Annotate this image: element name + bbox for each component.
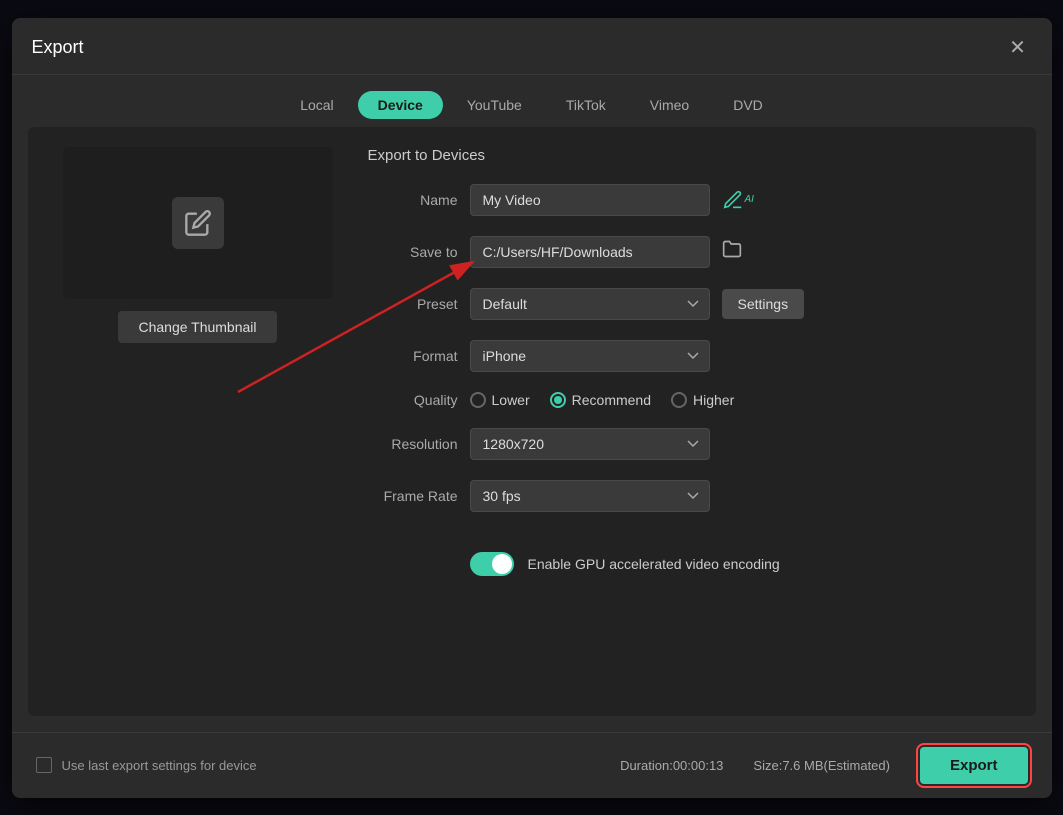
- last-settings-label: Use last export settings for device: [62, 758, 257, 773]
- toggle-knob: [492, 554, 512, 574]
- thumbnail-icon: [172, 197, 224, 249]
- quality-higher-label: Higher: [693, 392, 734, 408]
- quality-recommend-radio[interactable]: [550, 392, 566, 408]
- tab-dvd[interactable]: DVD: [713, 91, 783, 119]
- save-to-input[interactable]: [470, 236, 710, 268]
- resolution-row: Resolution 1280x720: [368, 428, 1016, 460]
- quality-higher-radio[interactable]: [671, 392, 687, 408]
- tab-bar: Local Device YouTube TikTok Vimeo DVD: [12, 75, 1052, 127]
- name-row: Name AI: [368, 184, 1016, 216]
- format-label: Format: [368, 348, 458, 364]
- frame-rate-row: Frame Rate 30 fps: [368, 480, 1016, 512]
- footer-right: Duration:00:00:13 Size:7.6 MB(Estimated)…: [620, 747, 1027, 784]
- size-text: Size:7.6 MB(Estimated): [753, 758, 890, 773]
- dialog-footer: Use last export settings for device Dura…: [12, 732, 1052, 798]
- duration-text: Duration:00:00:13: [620, 758, 723, 773]
- tab-device[interactable]: Device: [358, 91, 443, 119]
- export-button[interactable]: Export: [920, 747, 1028, 784]
- preset-label: Preset: [368, 296, 458, 312]
- tab-tiktok[interactable]: TikTok: [546, 91, 626, 119]
- gpu-toggle-row: Enable GPU accelerated video encoding: [368, 552, 1016, 576]
- resolution-label: Resolution: [368, 436, 458, 452]
- quality-higher-option[interactable]: Higher: [671, 392, 734, 408]
- export-dialog: Export ✕ Local Device YouTube TikTok Vim…: [12, 18, 1052, 798]
- right-panel: Export to Devices Name AI Save t: [368, 147, 1016, 696]
- quality-row: Quality Lower Recommend Higher: [368, 392, 1016, 408]
- quality-group: Lower Recommend Higher: [470, 392, 735, 408]
- resolution-select[interactable]: 1280x720: [470, 428, 710, 460]
- tab-youtube[interactable]: YouTube: [447, 91, 542, 119]
- frame-rate-label: Frame Rate: [368, 488, 458, 504]
- close-button[interactable]: ✕: [1004, 34, 1032, 62]
- thumbnail-preview: [63, 147, 333, 299]
- save-to-row: Save to: [368, 236, 1016, 268]
- left-panel: Change Thumbnail: [48, 147, 348, 696]
- tab-local[interactable]: Local: [280, 91, 353, 119]
- change-thumbnail-button[interactable]: Change Thumbnail: [118, 311, 276, 343]
- preset-select[interactable]: Default: [470, 288, 710, 320]
- quality-label: Quality: [368, 392, 458, 408]
- tab-vimeo[interactable]: Vimeo: [630, 91, 709, 119]
- quality-recommend-label: Recommend: [572, 392, 651, 408]
- name-input[interactable]: [470, 184, 710, 216]
- quality-lower-label: Lower: [492, 392, 530, 408]
- save-to-label: Save to: [368, 244, 458, 260]
- preset-row: Preset Default Settings: [368, 288, 1016, 320]
- name-label: Name: [368, 192, 458, 208]
- footer-left: Use last export settings for device: [36, 757, 257, 773]
- quality-lower-option[interactable]: Lower: [470, 392, 530, 408]
- quality-lower-radio[interactable]: [470, 392, 486, 408]
- last-settings-checkbox[interactable]: [36, 757, 52, 773]
- settings-button[interactable]: Settings: [722, 289, 805, 319]
- gpu-label: Enable GPU accelerated video encoding: [528, 556, 780, 572]
- quality-recommend-option[interactable]: Recommend: [550, 392, 651, 408]
- section-title: Export to Devices: [368, 147, 1016, 164]
- ai-button[interactable]: AI: [722, 189, 754, 211]
- gpu-toggle[interactable]: [470, 552, 514, 576]
- main-content: Change Thumbnail Export to Devices Name …: [28, 127, 1036, 716]
- format-select[interactable]: iPhone: [470, 340, 710, 372]
- frame-rate-select[interactable]: 30 fps: [470, 480, 710, 512]
- dialog-header: Export ✕: [12, 18, 1052, 75]
- dialog-title: Export: [32, 37, 84, 58]
- folder-button[interactable]: [722, 239, 742, 264]
- format-row: Format iPhone: [368, 340, 1016, 372]
